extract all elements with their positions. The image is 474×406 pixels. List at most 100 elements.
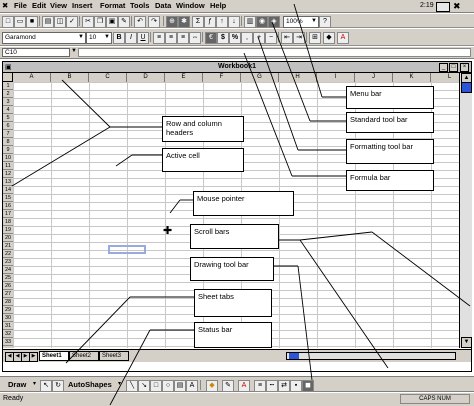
decrease-indent-icon[interactable]: ⇤ bbox=[281, 32, 293, 44]
row-header[interactable]: 20 bbox=[3, 234, 13, 242]
sheet-tab-3[interactable]: Sheet3 bbox=[99, 351, 129, 361]
vertical-scrollbar[interactable]: ▲ ▼ bbox=[459, 73, 472, 348]
menu-window[interactable]: Window bbox=[176, 1, 205, 10]
column-header[interactable]: F bbox=[203, 73, 241, 82]
font-select[interactable]: Garamond ▼ bbox=[2, 32, 86, 44]
decrease-decimal-icon[interactable]: − bbox=[265, 32, 277, 44]
merge-center-icon[interactable]: ⇔ bbox=[189, 32, 201, 44]
column-header[interactable]: C bbox=[89, 73, 127, 82]
column-header[interactable]: G bbox=[241, 73, 279, 82]
column-header[interactable]: E bbox=[165, 73, 203, 82]
row-header[interactable]: 22 bbox=[3, 250, 13, 258]
row-header[interactable]: 30 bbox=[3, 314, 13, 322]
hyperlink-icon[interactable]: ⊕ bbox=[166, 16, 178, 28]
column-header[interactable]: K bbox=[393, 73, 431, 82]
close-icon[interactable]: × bbox=[460, 63, 469, 72]
paste-function-icon[interactable]: ƒ bbox=[204, 16, 216, 28]
underline-button[interactable]: U bbox=[137, 32, 149, 44]
autosum-icon[interactable]: Σ bbox=[192, 16, 204, 28]
font-color-icon[interactable]: A bbox=[238, 380, 250, 392]
line-style-icon[interactable]: ≡ bbox=[254, 380, 266, 392]
currency-button[interactable]: $ bbox=[217, 32, 229, 44]
column-header[interactable]: A bbox=[13, 73, 51, 82]
wordart-icon[interactable]: A bbox=[186, 380, 198, 392]
select-objects-icon[interactable]: ↖ bbox=[40, 380, 52, 392]
row-header[interactable]: 10 bbox=[3, 154, 13, 162]
row-header[interactable]: 3 bbox=[3, 98, 13, 106]
undo-icon[interactable]: ↶ bbox=[134, 16, 146, 28]
row-header[interactable]: 12 bbox=[3, 170, 13, 178]
text-box-icon[interactable]: ▤ bbox=[174, 380, 186, 392]
active-cell[interactable] bbox=[108, 245, 146, 254]
minimize-icon[interactable]: _ bbox=[439, 63, 448, 72]
name-box-dropdown-icon[interactable]: ▼ bbox=[71, 48, 77, 54]
row-header[interactable]: 23 bbox=[3, 258, 13, 266]
formula-input[interactable] bbox=[78, 48, 471, 57]
map-icon[interactable]: ◉ bbox=[256, 16, 268, 28]
horizontal-scrollbar[interactable] bbox=[286, 352, 456, 360]
menu-view[interactable]: View bbox=[50, 1, 67, 10]
row-header[interactable]: 11 bbox=[3, 162, 13, 170]
row-header[interactable]: 16 bbox=[3, 202, 13, 210]
redo-icon[interactable]: ↷ bbox=[148, 16, 160, 28]
row-header[interactable]: 27 bbox=[3, 290, 13, 298]
menu-edit[interactable]: Edit bbox=[32, 1, 46, 10]
menu-help[interactable]: Help bbox=[210, 1, 226, 10]
autoshapes-button[interactable]: AutoShapes bbox=[68, 380, 112, 389]
scroll-down-icon[interactable]: ▼ bbox=[461, 337, 472, 348]
row-header[interactable]: 29 bbox=[3, 306, 13, 314]
column-header[interactable]: J bbox=[355, 73, 393, 82]
line-icon[interactable]: ╲ bbox=[126, 380, 138, 392]
row-header[interactable]: 5 bbox=[3, 114, 13, 122]
increase-decimal-icon[interactable]: + bbox=[253, 32, 265, 44]
row-header[interactable]: 7 bbox=[3, 130, 13, 138]
fill-color-icon[interactable]: ◆ bbox=[206, 380, 218, 392]
align-right-icon[interactable]: ≡ bbox=[177, 32, 189, 44]
line-color-icon[interactable]: ✎ bbox=[222, 380, 234, 392]
chart-wizard-icon[interactable]: ▥ bbox=[244, 16, 256, 28]
row-header[interactable]: 18 bbox=[3, 218, 13, 226]
column-header[interactable]: B bbox=[51, 73, 89, 82]
horizontal-scroll-thumb[interactable] bbox=[289, 353, 299, 359]
row-header[interactable]: 25 bbox=[3, 274, 13, 282]
arrow-style-icon[interactable]: ⇄ bbox=[278, 380, 290, 392]
row-header[interactable]: 8 bbox=[3, 138, 13, 146]
euro-icon[interactable]: € bbox=[205, 32, 217, 44]
row-header[interactable]: 24 bbox=[3, 266, 13, 274]
percent-button[interactable]: % bbox=[229, 32, 241, 44]
excel-app-icon[interactable]: ✖ bbox=[2, 1, 8, 10]
drawing-icon[interactable]: ◈ bbox=[268, 16, 280, 28]
row-header[interactable]: 19 bbox=[3, 226, 13, 234]
row-header[interactable]: 2 bbox=[3, 90, 13, 98]
paste-icon[interactable]: ▣ bbox=[106, 16, 118, 28]
spelling-icon[interactable]: ✓ bbox=[66, 16, 78, 28]
workbook-title-bar[interactable]: ▣ Workbook1 _ □ × bbox=[3, 62, 471, 73]
rectangle-icon[interactable]: □ bbox=[150, 380, 162, 392]
format-painter-icon[interactable]: ✎ bbox=[118, 16, 130, 28]
sort-ascending-icon[interactable]: ↑ bbox=[216, 16, 228, 28]
row-header[interactable]: 6 bbox=[3, 122, 13, 130]
fill-color-icon[interactable]: ◆ bbox=[323, 32, 335, 44]
menu-data[interactable]: Data bbox=[155, 1, 171, 10]
cut-icon[interactable]: ✂ bbox=[82, 16, 94, 28]
row-header[interactable]: 15 bbox=[3, 194, 13, 202]
web-toolbar-icon[interactable]: ✱ bbox=[178, 16, 190, 28]
column-header[interactable]: H bbox=[279, 73, 317, 82]
row-header[interactable]: 17 bbox=[3, 210, 13, 218]
sheet-tab-1[interactable]: Sheet1 bbox=[39, 351, 69, 361]
align-center-icon[interactable]: ≡ bbox=[165, 32, 177, 44]
row-header[interactable]: 28 bbox=[3, 298, 13, 306]
sheet-tab-2[interactable]: Sheet2 bbox=[69, 351, 99, 361]
bold-button[interactable]: B bbox=[113, 32, 125, 44]
free-rotate-icon[interactable]: ↻ bbox=[52, 380, 64, 392]
last-sheet-icon[interactable]: ▶ bbox=[29, 352, 38, 362]
row-header[interactable]: 33 bbox=[3, 338, 13, 346]
menu-file[interactable]: File bbox=[14, 1, 27, 10]
increase-indent-icon[interactable]: ⇥ bbox=[293, 32, 305, 44]
column-header[interactable]: D bbox=[127, 73, 165, 82]
font-size-select[interactable]: 10 ▼ bbox=[86, 32, 112, 44]
excel-close-icon[interactable]: ✖ bbox=[453, 1, 461, 12]
row-header[interactable]: 1 bbox=[3, 82, 13, 90]
column-header[interactable]: I bbox=[317, 73, 355, 82]
row-header[interactable]: 13 bbox=[3, 178, 13, 186]
